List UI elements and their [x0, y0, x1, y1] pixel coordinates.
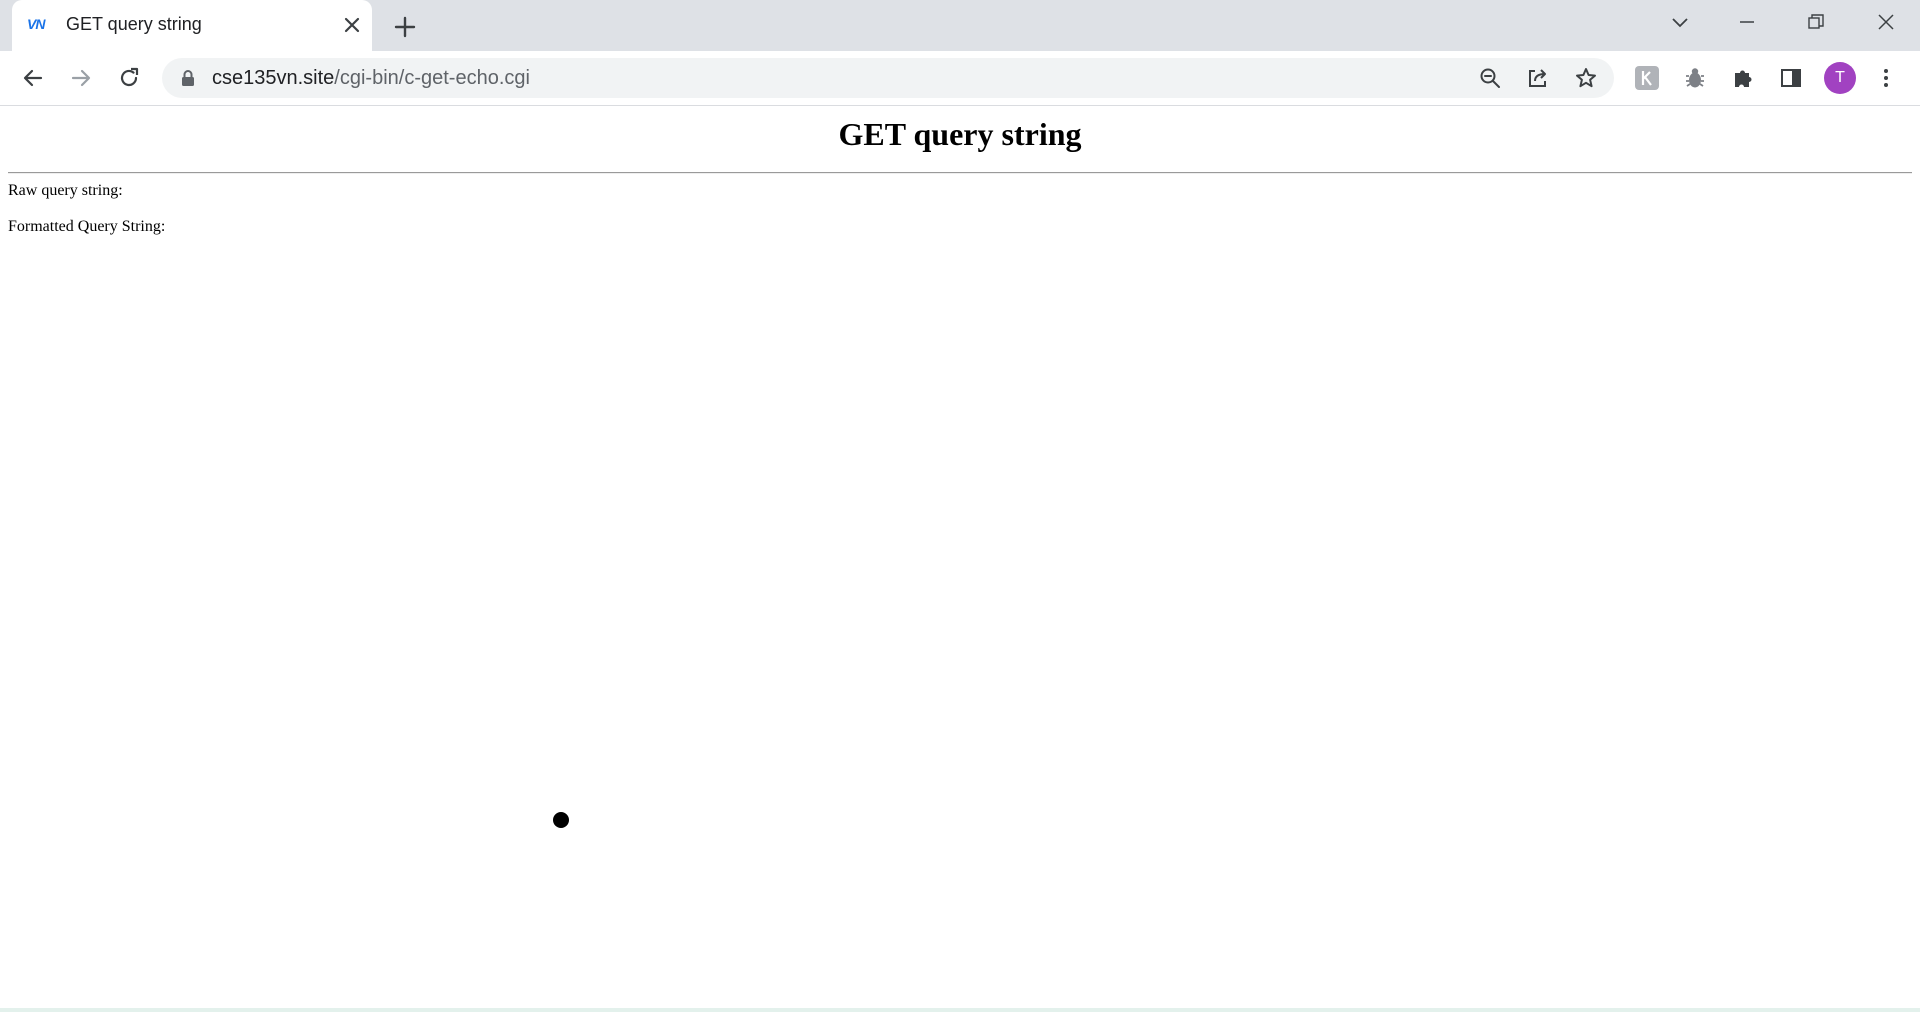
profile-avatar[interactable]: T: [1824, 62, 1856, 94]
raw-query-string-label: Raw query string:: [8, 182, 123, 199]
extension-k-icon[interactable]: [1633, 64, 1661, 92]
tab-strip: VN GET query string: [0, 0, 1920, 51]
new-tab-plus-icon[interactable]: [390, 12, 420, 42]
restore-icon[interactable]: [1796, 8, 1836, 36]
close-window-icon[interactable]: [1866, 8, 1906, 36]
formatted-query-string-label: Formatted Query String:: [8, 218, 166, 235]
browser-tab[interactable]: VN GET query string: [12, 0, 372, 51]
page-title: GET query string: [838, 116, 1082, 152]
mouse-cursor-dot: [553, 812, 569, 828]
site-favicon-icon: VN: [27, 16, 45, 32]
page-content: GET query string Raw query string: Forma…: [0, 106, 1920, 1012]
lock-icon[interactable]: [180, 69, 196, 87]
tab-title: GET query string: [66, 14, 202, 34]
extensions-puzzle-icon[interactable]: [1729, 64, 1757, 92]
back-arrow-left-icon[interactable]: [18, 63, 48, 93]
minimize-icon[interactable]: [1727, 8, 1767, 36]
tab-search-chevron-down-icon[interactable]: [1660, 8, 1700, 36]
more-vert-menu-icon[interactable]: [1872, 64, 1900, 92]
reload-icon[interactable]: [114, 63, 144, 93]
horizontal-rule: [8, 172, 1912, 174]
url-path: /cgi-bin/c-get-echo.cgi: [334, 67, 530, 89]
url-host: cse135vn.site: [212, 67, 335, 89]
bookmark-star-icon[interactable]: [1574, 66, 1598, 90]
bottom-edge: [0, 1008, 1920, 1012]
address-bar[interactable]: cse135vn.site/cgi-bin/c-get-echo.cgi: [162, 58, 1614, 98]
forward-arrow-right-icon[interactable]: [66, 63, 96, 93]
tab-close-icon[interactable]: [340, 13, 364, 37]
side-panel-icon[interactable]: [1777, 64, 1805, 92]
zoom-out-icon[interactable]: [1478, 66, 1502, 90]
browser-toolbar: cse135vn.site/cgi-bin/c-get-echo.cgi: [0, 51, 1920, 106]
url-text[interactable]: cse135vn.site/cgi-bin/c-get-echo.cgi: [212, 67, 530, 90]
bug-icon[interactable]: [1681, 64, 1709, 92]
share-icon[interactable]: [1526, 66, 1550, 90]
